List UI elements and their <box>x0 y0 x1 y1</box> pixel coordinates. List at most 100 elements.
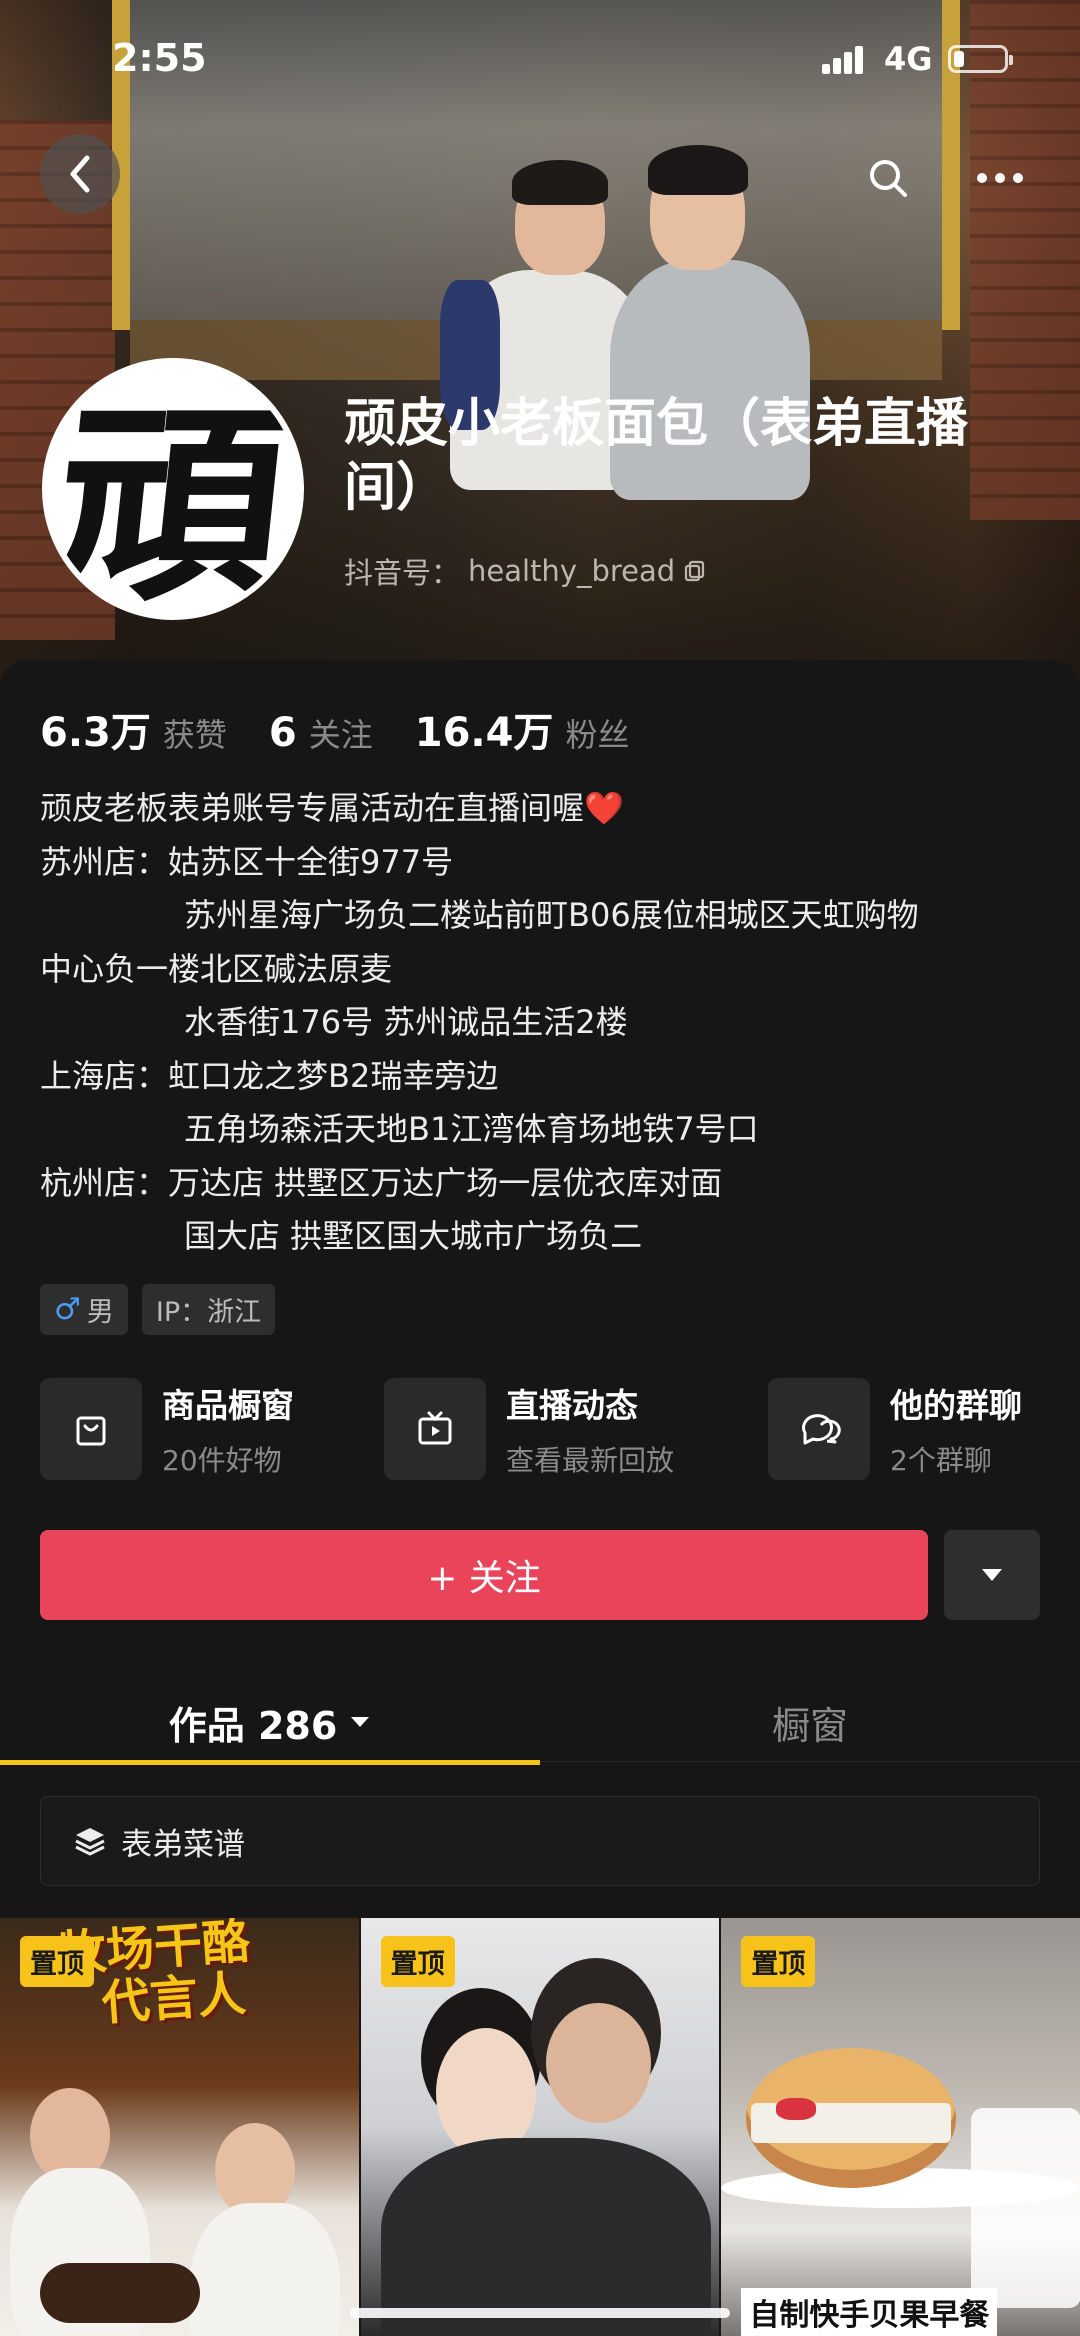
stat-value: 6.3万 <box>40 710 151 756</box>
tv-icon <box>384 1378 486 1480</box>
thumbnail-strawberry <box>776 2098 817 2120</box>
feature-title: 他的群聊 <box>890 1386 1022 1425</box>
pinned-badge: 置顶 <box>741 1936 816 1987</box>
gender-tag: ♂ 男 <box>40 1284 128 1335</box>
chevron-left-icon <box>70 155 90 193</box>
bio-line: 顽皮老板表弟账号专属活动在直播间喔❤️ <box>40 782 1050 836</box>
douyin-id-value: healthy_bread <box>468 554 676 588</box>
feature-text: 直播动态 查看最新回放 <box>506 1379 674 1479</box>
stat-likes[interactable]: 6.3万 获赞 <box>40 700 227 758</box>
gender-label: 男 <box>86 1297 114 1328</box>
bio-text: 姑苏区十全街977号 <box>168 842 454 881</box>
bio-line: 水香街176号 苏州诚品生活2楼 <box>40 996 1050 1050</box>
more-options-button[interactable] <box>972 150 1028 206</box>
caret-down-icon <box>982 1569 1002 1581</box>
bio-text: 水香街176号 苏州诚品生活2楼 <box>184 1003 628 1041</box>
stat-label: 粉丝 <box>565 716 630 754</box>
bio-text: 国大店 拱墅区国大城市广场负二 <box>184 1217 643 1255</box>
tab-works[interactable]: 作品 286 <box>0 1682 540 1762</box>
tab-showcase[interactable]: 橱窗 <box>540 1682 1080 1762</box>
stat-followers[interactable]: 16.4万 粉丝 <box>415 700 630 758</box>
douyin-id[interactable]: 抖音号： healthy_bread <box>344 550 707 592</box>
collection-chip[interactable]: 表弟菜谱 <box>40 1796 1040 1886</box>
battery-level <box>954 51 964 67</box>
feature-group-chat[interactable]: 他的群聊 2个群聊 <box>768 1378 1022 1480</box>
feature-shop-window[interactable]: 商品橱窗 20件好物 <box>40 1378 294 1480</box>
search-icon <box>870 160 907 197</box>
bio-line: 中心负一楼北区碱法原麦 <box>40 943 1050 997</box>
stat-label: 获赞 <box>162 716 227 754</box>
stat-label: 关注 <box>308 716 373 754</box>
heart-icon: ❤️ <box>584 789 624 827</box>
feature-subtitle: 2个群聊 <box>890 1444 992 1477</box>
profile-tags: ♂ 男 IP：浙江 <box>40 1284 276 1335</box>
signal-icon <box>822 44 872 74</box>
avatar-logo: 頑 <box>42 383 300 620</box>
video-thumbnail[interactable]: 牧场干酪 代言人 置顶 <box>0 1918 359 2336</box>
bio-text: 万达店 拱墅区万达广场一层优衣库对面 <box>168 1163 723 1202</box>
feature-row: 商品橱窗 20件好物 直播动态 查看最新回放 他的群聊 2个群聊 <box>40 1378 1050 1482</box>
profile-stats: 6.3万 获赞 6 关注 16.4万 粉丝 <box>40 700 671 758</box>
caret-down-icon <box>351 1717 370 1727</box>
chat-bubbles-icon <box>768 1378 870 1480</box>
network-type: 4G <box>884 40 933 78</box>
feature-title: 商品橱窗 <box>162 1386 294 1425</box>
feature-subtitle: 20件好物 <box>162 1444 282 1477</box>
bio-text: 苏州星海广场负二楼站前町B06展位相城区天虹购物 <box>184 896 919 934</box>
collection-label: 表弟菜谱 <box>121 1826 245 1863</box>
feature-live[interactable]: 直播动态 查看最新回放 <box>384 1378 674 1480</box>
feature-subtitle: 查看最新回放 <box>506 1444 675 1477</box>
home-indicator[interactable] <box>350 2308 730 2318</box>
profile-name: 顽皮小老板面包（表弟直播间） <box>344 394 969 518</box>
video-grid: 牧场干酪 代言人 置顶 置顶 自制快手贝果早餐 置顶 <box>0 1918 1080 2336</box>
cover-person-hair <box>512 160 608 205</box>
pinned-badge: 置顶 <box>380 1936 455 1987</box>
bio-line: 国大店 拱墅区国大城市广场负二 <box>40 1210 1050 1264</box>
status-time: 2:55 <box>112 36 207 80</box>
follow-dropdown-button[interactable] <box>944 1530 1040 1620</box>
layers-icon <box>75 1828 105 1856</box>
douyin-id-label: 抖音号： <box>344 556 461 590</box>
thumbnail-bread <box>40 2263 200 2323</box>
follow-label: + 关注 <box>427 1558 541 1599</box>
feature-text: 他的群聊 2个群聊 <box>890 1379 1022 1479</box>
bio-line: 苏州星海广场负二楼站前町B06展位相城区天虹购物 <box>40 889 1050 943</box>
video-thumbnail[interactable]: 自制快手贝果早餐 置顶 <box>721 1918 1080 2336</box>
bio-prefix: 杭州店： <box>40 1163 169 1202</box>
thumbnail-person <box>545 2003 651 2123</box>
search-button[interactable] <box>860 150 916 206</box>
bio-prefix: 苏州店： <box>40 842 169 881</box>
thumbnail-person <box>190 2203 340 2336</box>
feature-title: 直播动态 <box>506 1386 638 1425</box>
tab-label: 橱窗 <box>771 1703 848 1748</box>
thumbnail-person <box>380 2138 711 2336</box>
stat-value: 6 <box>268 710 297 756</box>
follow-button[interactable]: + 关注 <box>40 1530 928 1620</box>
bio-line: 五角场森活天地B1江湾体育场地铁7号口 <box>40 1103 1050 1157</box>
profile-bio: 顽皮老板表弟账号专属活动在直播间喔❤️ 苏州店：姑苏区十全街977号 苏州星海广… <box>40 782 1050 1264</box>
thumbnail-milk-glass <box>971 2108 1080 2308</box>
content-tabs: 作品 286 橱窗 <box>0 1682 1080 1762</box>
ip-label: IP：浙江 <box>155 1297 262 1328</box>
copy-icon[interactable] <box>683 559 707 583</box>
battery-icon <box>948 45 1013 73</box>
thumbnail-caption: 自制快手贝果早餐 <box>741 2288 998 2336</box>
more-dots-icon <box>977 173 1023 183</box>
pinned-badge: 置顶 <box>20 1936 94 1987</box>
bio-text: 五角场森活天地B1江湾体育场地铁7号口 <box>184 1110 759 1148</box>
bio-intro: 顽皮老板表弟账号专属活动在直播间喔 <box>40 789 585 827</box>
stat-value: 16.4万 <box>414 710 554 756</box>
tab-indicator <box>0 1760 540 1765</box>
bio-text: 中心负一楼北区碱法原麦 <box>40 949 393 988</box>
bio-line: 苏州店：姑苏区十全街977号 <box>40 836 1050 890</box>
ip-tag: IP：浙江 <box>141 1284 276 1335</box>
profile-panel: 6.3万 获赞 6 关注 16.4万 粉丝 顽皮老板表弟账号专属活动在直播间喔❤… <box>0 660 1080 2336</box>
bio-line: 杭州店：万达店 拱墅区万达广场一层优衣库对面 <box>40 1157 1050 1211</box>
stat-following[interactable]: 6 关注 <box>269 710 373 756</box>
bio-prefix: 上海店： <box>40 1056 169 1095</box>
video-thumbnail[interactable]: 置顶 <box>360 1918 720 2336</box>
avatar[interactable]: 頑 <box>42 358 304 620</box>
back-button[interactable] <box>40 134 120 214</box>
tab-label: 作品 286 <box>168 1703 338 1748</box>
feature-text: 商品橱窗 20件好物 <box>162 1379 294 1479</box>
